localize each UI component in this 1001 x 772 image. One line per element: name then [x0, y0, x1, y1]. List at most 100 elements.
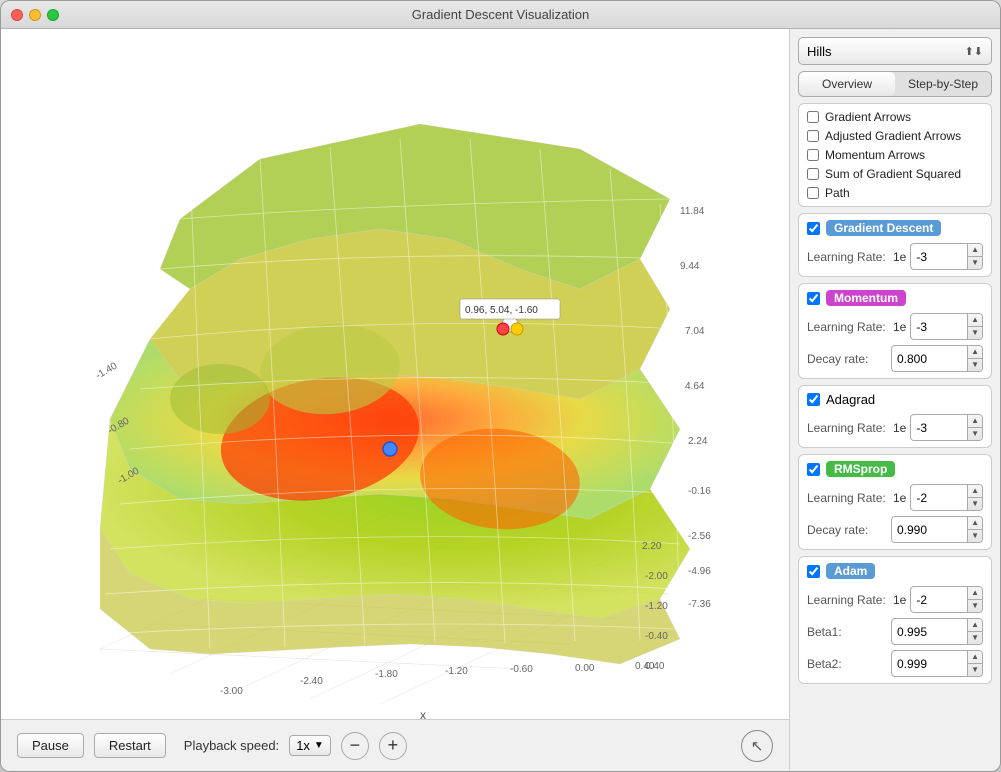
adam-beta1-up[interactable]: ▲	[968, 619, 982, 632]
rmsprop-decay-stepper[interactable]: ▲ ▼	[891, 516, 983, 543]
svg-text:7.04: 7.04	[685, 326, 705, 337]
momentum-decay-label: Decay rate:	[807, 352, 887, 366]
checkbox-momentum-arrows[interactable]: Momentum Arrows	[807, 148, 983, 162]
section-gradient-descent-checkbox[interactable]	[807, 222, 820, 235]
section-momentum: Momentum Learning Rate: 1e ▲ ▼ Decay rat…	[798, 283, 992, 379]
adam-lr-arrows: ▲ ▼	[967, 587, 982, 612]
adagrad-lr-stepper[interactable]: ▲ ▼	[910, 414, 983, 441]
checkbox-path-label: Path	[825, 186, 850, 200]
window-title: Gradient Descent Visualization	[412, 7, 590, 22]
checkbox-adjusted-gradient[interactable]: Adjusted Gradient Arrows	[807, 129, 983, 143]
svg-text:9.44: 9.44	[680, 261, 700, 272]
rmsprop-decay-input[interactable]	[892, 521, 967, 539]
momentum-lr-down[interactable]: ▼	[968, 327, 982, 339]
momentum-lr-input[interactable]	[911, 318, 967, 336]
dropdown-value: Hills	[807, 44, 832, 59]
checkbox-gradient-arrows[interactable]: Gradient Arrows	[807, 110, 983, 124]
adam-beta1-input[interactable]	[892, 623, 967, 641]
tab-step-by-step[interactable]: Step-by-Step	[895, 72, 991, 96]
svg-text:4.64: 4.64	[685, 381, 705, 392]
section-adagrad: Adagrad Learning Rate: 1e ▲ ▼	[798, 385, 992, 448]
zoom-out-button[interactable]: −	[341, 732, 369, 760]
tab-bar: Overview Step-by-Step	[798, 71, 992, 97]
adam-lr-up[interactable]: ▲	[968, 587, 982, 600]
svg-text:2.20: 2.20	[642, 541, 662, 552]
checkbox-path[interactable]: Path	[807, 186, 983, 200]
momentum-decay-input[interactable]	[892, 350, 967, 368]
close-button[interactable]	[11, 9, 23, 21]
rmsprop-lr-down[interactable]: ▼	[968, 498, 982, 510]
adagrad-lr-input[interactable]	[911, 419, 967, 437]
cursor-icon: ↖	[741, 730, 773, 762]
rmsprop-lr-stepper[interactable]: ▲ ▼	[910, 484, 983, 511]
momentum-decay-down[interactable]: ▼	[968, 359, 982, 371]
tab-overview[interactable]: Overview	[799, 72, 895, 96]
checkbox-adjusted-gradient-input[interactable]	[807, 130, 819, 142]
pause-button[interactable]: Pause	[17, 733, 84, 758]
checkbox-sum-gradient[interactable]: Sum of Gradient Squared	[807, 167, 983, 181]
rmsprop-decay-up[interactable]: ▲	[968, 517, 982, 530]
gradient-descent-lr-down[interactable]: ▼	[968, 257, 982, 269]
surface-visualization: -1.00 -0.80 -1.40 11.84 9.44 7.04 4.64 2…	[1, 29, 789, 719]
adam-lr-down[interactable]: ▼	[968, 600, 982, 612]
section-adagrad-checkbox[interactable]	[807, 393, 820, 406]
canvas-bottom-bar: Pause Restart Playback speed: 1x ▼ − + ↖	[1, 719, 789, 771]
canvas-area: -1.00 -0.80 -1.40 11.84 9.44 7.04 4.64 2…	[1, 29, 790, 771]
rmsprop-decay-down[interactable]: ▼	[968, 530, 982, 542]
surface-dropdown[interactable]: Hills ⬆⬇	[798, 37, 992, 65]
speed-value: 1x	[296, 738, 310, 753]
momentum-lr-stepper[interactable]: ▲ ▼	[910, 313, 983, 340]
dropdown-arrow-icon: ⬆⬇	[965, 45, 983, 58]
gradient-descent-lr-stepper[interactable]: ▲ ▼	[910, 243, 983, 270]
svg-text:x: x	[420, 708, 426, 719]
adam-lr-label: Learning Rate:	[807, 593, 887, 607]
section-adam: Adam Learning Rate: 1e ▲ ▼ Beta1:	[798, 556, 992, 684]
adam-beta2-input[interactable]	[892, 655, 967, 673]
momentum-decay-up[interactable]: ▲	[968, 346, 982, 359]
momentum-lr-up[interactable]: ▲	[968, 314, 982, 327]
adam-lr-row: Learning Rate: 1e ▲ ▼	[807, 586, 983, 613]
adagrad-lr-down[interactable]: ▼	[968, 428, 982, 440]
section-gradient-descent: Gradient Descent Learning Rate: 1e ▲ ▼	[798, 213, 992, 277]
adam-beta2-row: Beta2: ▲ ▼	[807, 650, 983, 677]
section-rmsprop-pill: RMSprop	[826, 461, 895, 477]
momentum-lr-label: Learning Rate:	[807, 320, 887, 334]
svg-text:-0.16: -0.16	[688, 486, 711, 497]
momentum-lr-prefix: 1e	[893, 320, 906, 334]
section-adagrad-header: Adagrad	[807, 392, 983, 407]
adam-beta2-stepper[interactable]: ▲ ▼	[891, 650, 983, 677]
adam-beta1-stepper[interactable]: ▲ ▼	[891, 618, 983, 645]
adagrad-lr-row: Learning Rate: 1e ▲ ▼	[807, 414, 983, 441]
minimize-button[interactable]	[29, 9, 41, 21]
adam-beta2-down[interactable]: ▼	[968, 664, 982, 676]
section-adam-checkbox[interactable]	[807, 565, 820, 578]
speed-select[interactable]: 1x ▼	[289, 735, 331, 756]
svg-text:-0.40: -0.40	[645, 631, 668, 642]
gradient-descent-lr-input[interactable]	[911, 248, 967, 266]
gradient-descent-lr-arrows: ▲ ▼	[967, 244, 982, 269]
rmsprop-lr-up[interactable]: ▲	[968, 485, 982, 498]
svg-text:-0.60: -0.60	[510, 664, 533, 675]
maximize-button[interactable]	[47, 9, 59, 21]
zoom-in-button[interactable]: +	[379, 732, 407, 760]
adam-beta1-down[interactable]: ▼	[968, 632, 982, 644]
adagrad-lr-up[interactable]: ▲	[968, 415, 982, 428]
adagrad-lr-prefix: 1e	[893, 421, 906, 435]
checkbox-momentum-arrows-input[interactable]	[807, 149, 819, 161]
adam-beta2-up[interactable]: ▲	[968, 651, 982, 664]
svg-text:-2.40: -2.40	[300, 676, 323, 687]
checkbox-path-input[interactable]	[807, 187, 819, 199]
restart-button[interactable]: Restart	[94, 733, 166, 758]
checkbox-sum-gradient-input[interactable]	[807, 168, 819, 180]
adam-lr-input[interactable]	[911, 591, 967, 609]
playback-speed-label: Playback speed:	[184, 738, 279, 753]
adam-lr-stepper[interactable]: ▲ ▼	[910, 586, 983, 613]
section-momentum-checkbox[interactable]	[807, 292, 820, 305]
section-rmsprop-checkbox[interactable]	[807, 463, 820, 476]
rmsprop-lr-prefix: 1e	[893, 491, 906, 505]
checkbox-gradient-arrows-input[interactable]	[807, 111, 819, 123]
canvas-wrapper[interactable]: -1.00 -0.80 -1.40 11.84 9.44 7.04 4.64 2…	[1, 29, 789, 719]
momentum-decay-stepper[interactable]: ▲ ▼	[891, 345, 983, 372]
gradient-descent-lr-up[interactable]: ▲	[968, 244, 982, 257]
rmsprop-lr-input[interactable]	[911, 489, 967, 507]
